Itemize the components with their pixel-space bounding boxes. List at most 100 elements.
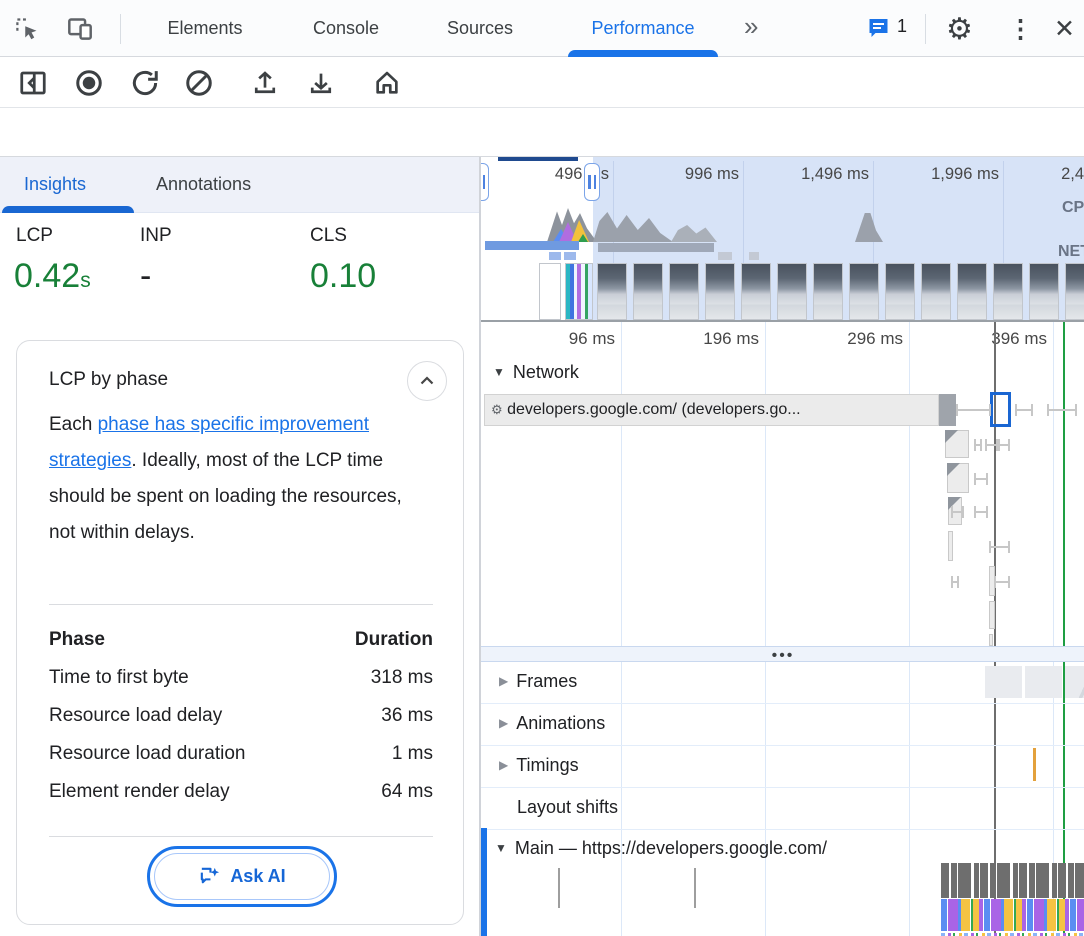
network-request-whisker[interactable] xyxy=(1015,409,1033,411)
animations-track-header[interactable]: ▶Animations xyxy=(499,713,605,734)
network-waterfall xyxy=(481,322,1084,646)
film-thumbnail[interactable] xyxy=(1065,263,1084,320)
performance-toolbar: developers.google.com... ▼ ⚙ ? xyxy=(0,57,1084,108)
network-request-whisker[interactable] xyxy=(985,444,998,446)
timings-track-header[interactable]: ▶Timings xyxy=(499,755,579,776)
tab-console[interactable]: Console xyxy=(298,0,394,56)
overview-ruler-label: 996 ms xyxy=(611,165,739,184)
tab-performance[interactable]: Performance xyxy=(568,0,718,56)
network-overview-bar xyxy=(485,241,579,250)
table-row: Time to first byte 318 ms xyxy=(49,659,433,697)
table-row: Element render delay 64 ms xyxy=(49,773,433,811)
phase-cell: Resource load delay xyxy=(49,697,222,735)
kebab-menu-icon[interactable]: ⋮ xyxy=(1008,14,1033,44)
timings-track-label: Timings xyxy=(516,755,578,775)
metric-lcp-label: LCP xyxy=(16,225,53,247)
film-thumbnail[interactable] xyxy=(633,263,663,320)
capture-options-bar: Screenshots Memory Dim 3rd parties xyxy=(0,108,1084,157)
frame-thumbnail[interactable] xyxy=(1025,666,1062,698)
film-thumbnail[interactable] xyxy=(885,263,915,320)
table-row: Resource load delay 36 ms xyxy=(49,697,433,735)
film-thumbnail[interactable] xyxy=(741,263,771,320)
frame-thumbnail[interactable] xyxy=(1065,666,1084,698)
film-thumbnail[interactable] xyxy=(993,263,1023,320)
main-track-selected-bar xyxy=(481,828,487,936)
film-thumbnail-blank[interactable] xyxy=(539,263,561,320)
network-request-whisker[interactable] xyxy=(994,581,1010,583)
device-toolbar-icon[interactable] xyxy=(66,15,94,42)
issues-count-badge[interactable]: 1 xyxy=(897,16,907,37)
collapse-card-button[interactable] xyxy=(407,361,447,401)
card-description: Each phase has specific improvement stra… xyxy=(49,407,409,551)
film-thumbnail[interactable] xyxy=(669,263,699,320)
insights-sidebar: Insights Annotations LCP INP CLS 0.42s -… xyxy=(0,157,480,936)
network-request-whisker[interactable] xyxy=(951,581,959,583)
film-thumbnail[interactable] xyxy=(849,263,879,320)
more-tabs-icon[interactable]: » xyxy=(744,11,758,42)
card-title: LCP by phase xyxy=(49,369,168,391)
film-thumbnail-paint[interactable] xyxy=(565,263,593,320)
film-thumbnail[interactable] xyxy=(597,263,627,320)
tab-annotations[interactable]: Annotations xyxy=(156,157,251,213)
main-flame-chart-children[interactable] xyxy=(941,899,1084,931)
track-border xyxy=(481,829,1084,830)
film-thumbnail[interactable] xyxy=(921,263,951,320)
film-thumbnail[interactable] xyxy=(777,263,807,320)
overview-right-handle[interactable] xyxy=(584,163,600,201)
tab-sources[interactable]: Sources xyxy=(432,0,528,56)
network-request-bar[interactable] xyxy=(989,601,995,629)
cpu-activity-peak xyxy=(671,225,717,242)
active-tab-underline xyxy=(568,50,718,57)
frames-track-header[interactable]: ▶Frames xyxy=(499,671,577,692)
ask-ai-button[interactable]: Ask AI xyxy=(154,853,330,900)
metric-lcp-value: 0.42s xyxy=(14,257,91,296)
home-icon[interactable] xyxy=(372,69,402,97)
main-flame-chart-toplevel[interactable] xyxy=(941,863,1084,898)
track-border xyxy=(481,787,1084,788)
duration-cell: 64 ms xyxy=(381,773,433,811)
network-request-bar[interactable] xyxy=(947,463,969,493)
timing-marker[interactable] xyxy=(1033,748,1036,781)
tab-elements[interactable]: Elements xyxy=(150,0,260,56)
close-devtools-icon[interactable]: ✕ xyxy=(1054,14,1075,44)
phase-cell: Element render delay xyxy=(49,773,230,811)
main-track-header[interactable]: ▼Main — https://developers.google.com/ xyxy=(495,838,827,859)
issues-message-icon[interactable] xyxy=(866,16,891,40)
tab-insights[interactable]: Insights xyxy=(24,157,86,213)
network-request-whisker[interactable] xyxy=(974,478,988,480)
network-request-whisker[interactable] xyxy=(951,511,964,513)
settings-gear-icon[interactable]: ⚙ xyxy=(946,12,973,47)
frame-thumbnail[interactable] xyxy=(985,666,1022,698)
clear-icon[interactable] xyxy=(184,68,214,98)
network-request-whisker[interactable] xyxy=(998,444,1010,446)
phase-duration-table: Phase Duration Time to first byte 318 ms… xyxy=(49,621,433,811)
track-splitter-handle[interactable]: ••• xyxy=(481,646,1084,662)
animations-track-label: Animations xyxy=(516,713,605,733)
network-request-bar[interactable] xyxy=(948,531,953,561)
timeline-overview[interactable]: 496 ms 996 ms 1,496 ms 1,996 ms 2,496 ms… xyxy=(480,157,1084,322)
network-request-whisker[interactable] xyxy=(989,546,1010,548)
layout-shifts-track-header[interactable]: Layout shifts xyxy=(517,797,618,818)
toggle-sidebar-icon[interactable] xyxy=(18,68,48,98)
cpu-activity-peak xyxy=(855,213,883,242)
network-request-whisker[interactable] xyxy=(974,511,988,513)
track-border xyxy=(481,745,1084,746)
download-profile-icon[interactable] xyxy=(306,69,336,97)
record-and-reload-icon[interactable] xyxy=(130,68,160,98)
film-thumbnail[interactable] xyxy=(813,263,843,320)
network-request-whisker[interactable] xyxy=(1047,409,1077,411)
duration-cell: 1 ms xyxy=(392,735,433,773)
network-request-bar[interactable] xyxy=(989,634,993,646)
film-thumbnail[interactable] xyxy=(957,263,987,320)
film-thumbnail[interactable] xyxy=(1029,263,1059,320)
upload-profile-icon[interactable] xyxy=(250,69,280,97)
overview-left-handle[interactable] xyxy=(480,163,489,201)
network-request-whisker[interactable] xyxy=(974,444,982,446)
timeline-detail-panel[interactable]: 96 ms 196 ms 296 ms 396 ms ▼Network ⚙ de… xyxy=(480,322,1084,936)
network-request-bar[interactable] xyxy=(945,430,969,458)
duration-cell: 36 ms xyxy=(381,697,433,735)
network-request-whisker[interactable] xyxy=(956,409,991,411)
inspect-element-icon[interactable] xyxy=(14,15,41,42)
film-thumbnail[interactable] xyxy=(705,263,735,320)
record-icon[interactable] xyxy=(74,68,104,98)
